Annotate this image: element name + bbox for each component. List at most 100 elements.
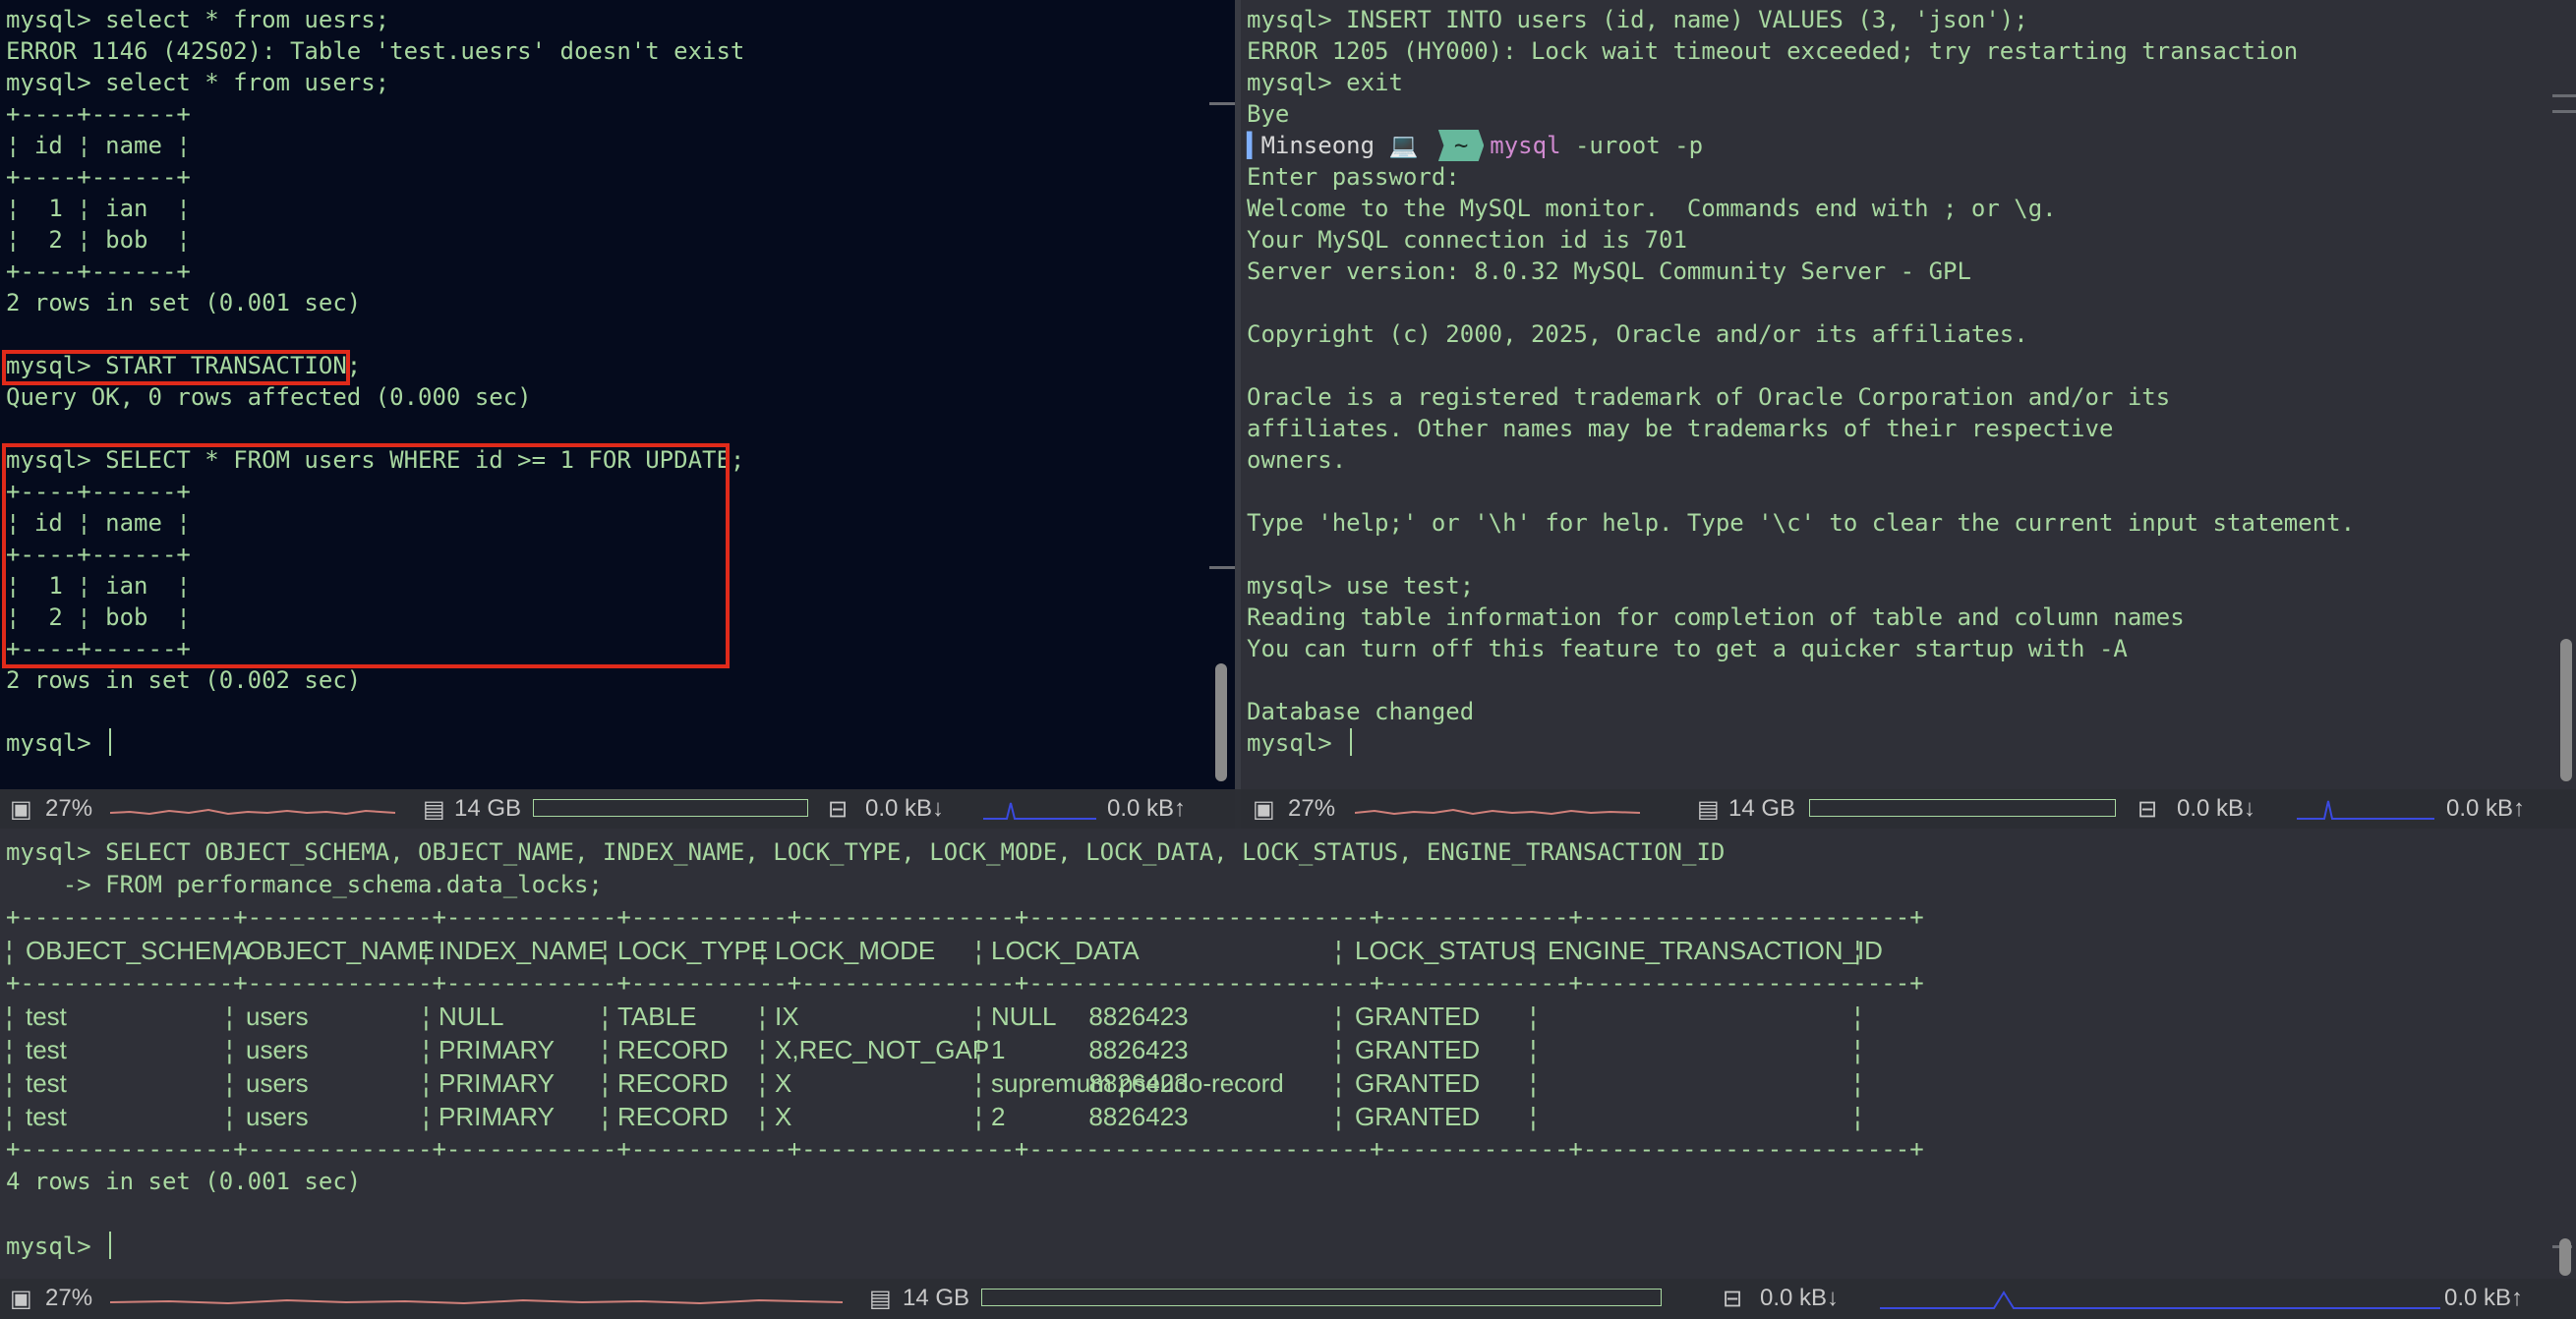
terminal-line-text: Bye (1247, 100, 1290, 128)
table-cell: 8826423 (1088, 1068, 1189, 1098)
net-up-value: 0.0 kB↑ (2446, 795, 2526, 822)
network-icon: ⊟ (828, 796, 849, 823)
table-separator: ¦ (6, 936, 13, 965)
table-header-cell: LOCK_STATUS (1355, 936, 1536, 965)
table-row: ¦ ¦ ¦ ¦ ¦ ¦ ¦ ¦ ¦ test users NULL TABLE IX NULL GRANTED… (6, 1000, 1924, 1033)
prompt-directory: ~ (1437, 130, 1485, 161)
terminal-line-text: +----+------+ (6, 100, 191, 128)
status-bar-right: ▣ 27% ▤ 14 GB ⊟ 0.0 kB↓ 0.0 kB↑ (1241, 789, 2576, 829)
net-down-value: 0.0 kB↓ (2177, 795, 2256, 822)
table-separator: ¦ (602, 1068, 609, 1098)
terminal-line: affiliates. Other names may be trademark… (1247, 413, 2355, 444)
table-separator: ¦ (1335, 1035, 1342, 1064)
mysql-prompt[interactable]: mysql> (1247, 727, 2355, 759)
terminal-line: ¦ 2 ¦ bob ¦ (6, 224, 744, 256)
table-cell: 8826423 (1088, 1102, 1189, 1131)
text-cursor (1350, 728, 1353, 756)
cpu-icon: ▣ (1253, 796, 1275, 823)
terminal-line: You can turn off this feature to get a q… (1247, 633, 2355, 664)
table-cell: IX (775, 1002, 799, 1031)
table-separator: ¦ (602, 1002, 609, 1031)
table-separator: ¦ (226, 1102, 233, 1131)
terminal-line-text: +----+------+ (6, 163, 191, 191)
prompt-marker-icon: ▍ (1247, 132, 1261, 159)
terminal-line-text: You can turn off this feature to get a q… (1247, 635, 2128, 662)
terminal-line-text: Enter password: (1247, 163, 1460, 191)
terminal-line-text: ¦ 1 ¦ ian ¦ (6, 195, 191, 222)
terminal-line: mysql> exit (1247, 67, 2355, 98)
terminal-line: Type 'help;' or '\h' for help. Type '\c'… (1247, 507, 2355, 539)
terminal-line: 2 rows in set (0.001 sec) (6, 287, 744, 318)
memory-value: 14 GB (454, 795, 522, 822)
terminal-line: Enter password: (1247, 161, 2355, 193)
table-separator: ¦ (423, 1102, 430, 1131)
table-cell: RECORD (617, 1102, 729, 1131)
terminal-line-text: 2 rows in set (0.001 sec) (6, 289, 362, 316)
mysql-prompt[interactable]: mysql> (6, 1231, 1924, 1263)
terminal-pane-right[interactable]: mysql> INSERT INTO users (id, name) VALU… (1241, 0, 2576, 789)
memory-icon: ▤ (1697, 796, 1720, 823)
table-header-cell: INDEX_NAME (439, 936, 606, 965)
terminal-line: +----+------+ (6, 98, 744, 130)
net-up-value: 0.0 kB↑ (1107, 795, 1187, 822)
terminal-line: Reading table information for completion… (1247, 602, 2355, 633)
mysql-prompt[interactable]: mysql> (6, 727, 744, 759)
table-cell: NULL (991, 1002, 1057, 1031)
table-cell: GRANTED (1355, 1002, 1481, 1031)
scroll-tick (1209, 102, 1235, 105)
table-separator: ¦ (602, 1035, 609, 1064)
terminal-line-text: ERROR 1205 (HY000): Lock wait timeout ex… (1247, 37, 2299, 65)
cpu-value: 27% (45, 1285, 93, 1311)
table-separator: ¦ (1854, 1002, 1861, 1031)
table-row: ¦ ¦ ¦ ¦ ¦ ¦ ¦ ¦ ¦ test users PRIMARY RECORD X 2 GRANTED… (6, 1100, 1924, 1133)
terminal-line: Your MySQL connection id is 701 (1247, 224, 2355, 256)
cpu-icon: ▣ (10, 1286, 32, 1312)
table-row: ¦ ¦ ¦ ¦ ¦ ¦ ¦ ¦ ¦ test users PRIMARY RECORD Xsupremum… (6, 1066, 1924, 1100)
scroll-tick (1209, 566, 1235, 569)
terminal-line-text: mysql> select * from uesrs; (6, 6, 390, 33)
table-separator: ¦ (975, 936, 982, 965)
terminal-line-text: mysql> use test; (1247, 572, 1475, 600)
table-cell: test (26, 1002, 67, 1031)
scrollbar-thumb[interactable] (2560, 639, 2572, 781)
terminal-pane-left[interactable]: mysql> select * from uesrs; ERROR 1146 (4… (0, 0, 1235, 789)
table-cell: users (246, 1002, 309, 1031)
table-cell: test (26, 1035, 67, 1064)
table-cell: users (246, 1102, 309, 1131)
terminal-line-text: mysql> INSERT INTO users (id, name) VALU… (1247, 6, 2028, 33)
table-cell: PRIMARY (439, 1035, 555, 1064)
terminal-line-text: ERROR 1146 (42S02): Table 'test.uesrs' d… (6, 37, 745, 65)
table-separator: ¦ (1530, 1035, 1537, 1064)
terminal-pane-bottom[interactable]: mysql> SELECT OBJECT_SCHEMA, OBJECT_NAME… (0, 829, 2576, 1279)
terminal-line-text: ¦ id ¦ name ¦ (6, 132, 191, 159)
table-separator: ¦ (226, 1035, 233, 1064)
terminal-line-text: Oracle is a registered trademark of Orac… (1247, 383, 2171, 411)
scrollbar-thumb[interactable] (2559, 1238, 2571, 1276)
prompt-command: mysql (1490, 132, 1561, 159)
table-cell: test (26, 1068, 67, 1098)
table-separator: ¦ (975, 1068, 982, 1098)
table-row: ¦ ¦ ¦ ¦ ¦ ¦ ¦ ¦ ¦ test users PRIMARY RECORD X,REC_NOT… (6, 1033, 1924, 1066)
table-separator: ¦ (975, 1002, 982, 1031)
net-down-value: 0.0 kB↓ (865, 795, 945, 822)
table-cell: 8826423 (1088, 1035, 1189, 1064)
scrollbar-thumb[interactable] (1215, 663, 1227, 781)
terminal-line: ERROR 1146 (42S02): Table 'test.uesrs' d… (6, 35, 744, 67)
terminal-line: Server version: 8.0.32 MySQL Community S… (1247, 256, 2355, 287)
table-separator: ¦ (6, 1002, 13, 1031)
network-sparkline (983, 802, 1096, 820)
table-cell: GRANTED (1355, 1102, 1481, 1131)
table-separator: ¦ (1854, 1035, 1861, 1064)
network-sparkline (1880, 1290, 2440, 1309)
table-cell: users (246, 1035, 309, 1064)
table-header-cell: OBJECT_NAME (246, 936, 436, 965)
highlight-start-transaction (2, 350, 350, 385)
table-separator: ¦ (1335, 1068, 1342, 1098)
table-header-cell: ENGINE_TRANSACTION_ID (1548, 936, 1883, 965)
table-cell: 8826423 (1088, 1002, 1189, 1031)
